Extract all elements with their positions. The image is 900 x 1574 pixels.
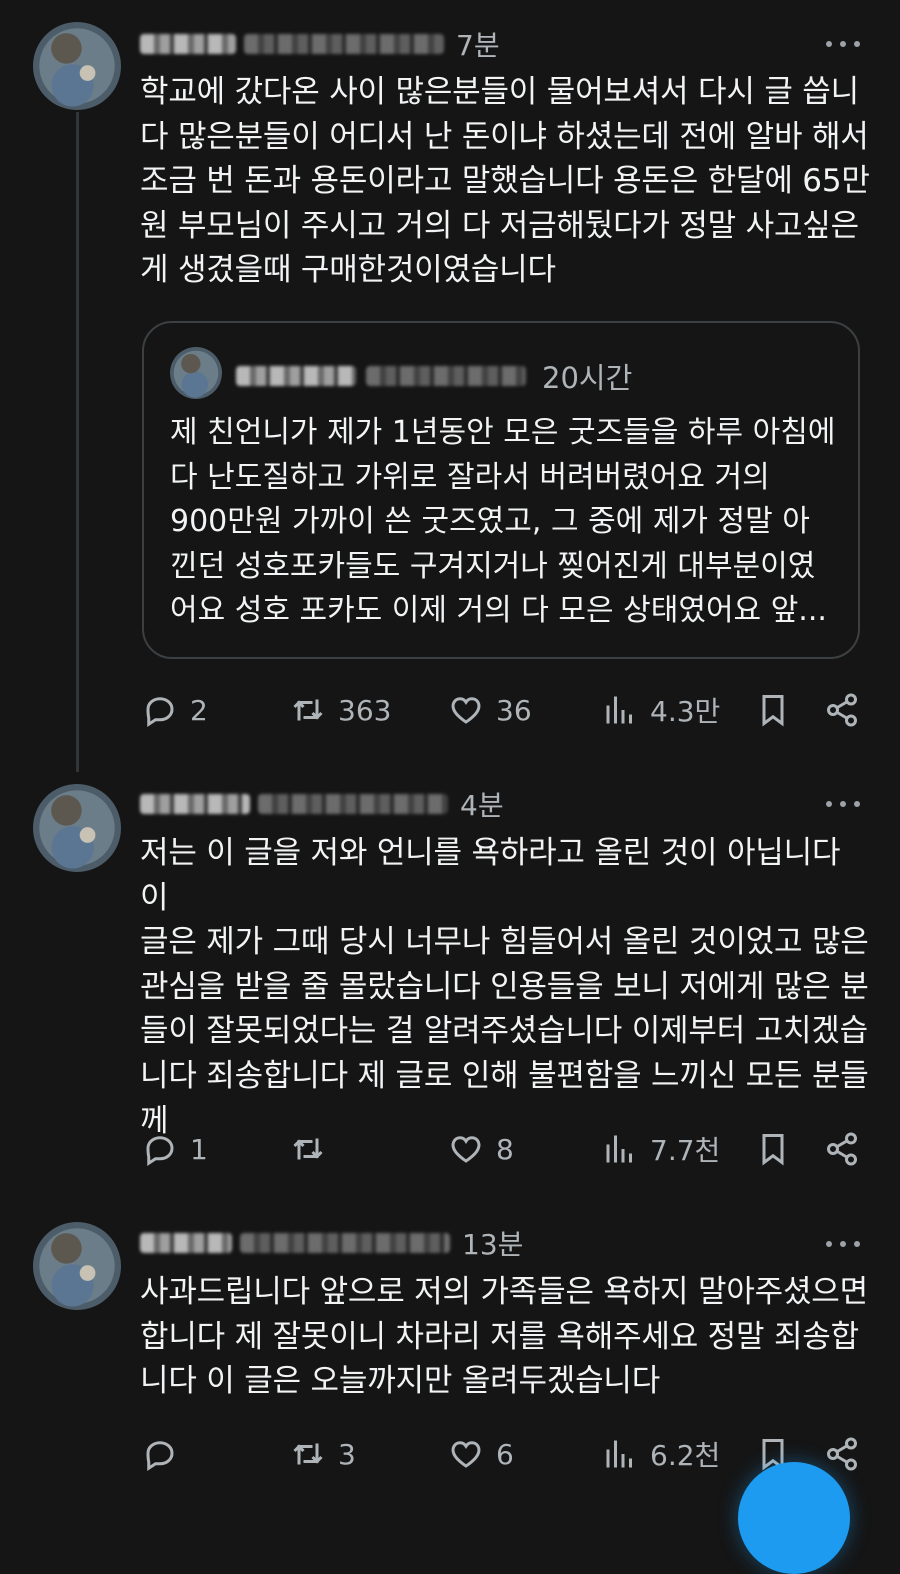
views-button[interactable]: 4.3만 <box>602 688 720 732</box>
repost-icon <box>293 699 323 721</box>
reply-count: 2 <box>190 693 208 727</box>
bookmark-icon <box>762 695 784 727</box>
more-icon <box>826 801 832 807</box>
post-time[interactable]: 4분 <box>460 784 504 824</box>
action-bar: 1 8 7.7천 <box>140 1127 870 1171</box>
bookmark-button[interactable] <box>755 688 791 732</box>
more-options[interactable] <box>826 794 860 814</box>
like-count: 6 <box>496 1437 514 1471</box>
quoted-text: 제 친언니가 제가 1년동안 모은 굿즈들을 하루 아침에 다 난도질하고 가위… <box>170 415 836 629</box>
post-header: 4분 <box>140 784 504 824</box>
more-icon <box>826 1241 832 1247</box>
like-button[interactable]: 6 <box>448 1432 514 1476</box>
views-button[interactable]: 7.7천 <box>602 1127 720 1171</box>
views-icon <box>606 1440 632 1468</box>
post-header: 7분 <box>140 24 500 64</box>
bookmark-button[interactable] <box>755 1127 791 1171</box>
share-button[interactable] <box>824 1127 860 1171</box>
author-handle-blurred[interactable] <box>240 1233 450 1253</box>
like-button[interactable]: 36 <box>448 688 532 732</box>
views-icon <box>606 1135 632 1163</box>
author-name-blurred[interactable] <box>140 1233 232 1253</box>
like-icon <box>451 1441 481 1468</box>
reply-count: 1 <box>190 1132 208 1166</box>
repost-count: 363 <box>338 693 392 727</box>
repost-button[interactable] <box>290 1127 338 1171</box>
views-button[interactable]: 6.2천 <box>602 1432 720 1476</box>
author-handle-blurred[interactable] <box>258 794 448 814</box>
author-name-blurred[interactable] <box>140 34 236 54</box>
like-count: 36 <box>496 693 532 727</box>
reply-button[interactable]: 1 <box>142 1127 208 1171</box>
views-count: 6.2천 <box>650 1439 721 1472</box>
reply-button[interactable]: 2 <box>142 688 208 732</box>
quoted-header: 20시간 <box>236 355 632 397</box>
post-text: 저는 이 글을 저와 언니를 욕하라고 올린 것이 아닙니다 이 글은 제가 그… <box>140 835 869 1139</box>
share-button[interactable] <box>824 1432 860 1476</box>
repost-button[interactable]: 363 <box>290 688 391 732</box>
views-icon <box>606 696 632 724</box>
post-time[interactable]: 7분 <box>456 24 500 64</box>
post-header: 13분 <box>140 1223 523 1263</box>
like-button[interactable]: 8 <box>448 1127 514 1171</box>
reply-icon <box>146 1136 174 1167</box>
quoted-post[interactable]: 20시간 제 친언니가 제가 1년동안 모은 굿즈들을 하루 아침에 다 난도질… <box>142 321 860 659</box>
views-count: 7.7천 <box>650 1134 721 1167</box>
share-icon <box>827 693 857 727</box>
compose-button[interactable] <box>738 1462 850 1574</box>
like-icon <box>451 1136 481 1163</box>
thread-connector-line <box>76 112 79 772</box>
like-count: 8 <box>496 1132 514 1166</box>
repost-icon <box>293 1443 323 1465</box>
views-count: 4.3만 <box>650 695 721 728</box>
post-text: 학교에 갔다온 사이 많은분들이 물어보셔서 다시 글 씁니 다 많은분들이 어… <box>140 74 870 289</box>
reply-icon <box>146 1441 174 1472</box>
avatar[interactable] <box>33 22 121 110</box>
quoted-time: 20시간 <box>542 361 633 395</box>
quoted-avatar <box>170 347 222 399</box>
reply-icon <box>146 697 174 728</box>
author-name-blurred[interactable] <box>140 794 250 814</box>
repost-icon <box>293 1138 323 1160</box>
action-bar: 3 6 6.2천 <box>140 1432 870 1476</box>
quoted-handle-blurred <box>366 366 526 386</box>
share-icon <box>827 1437 857 1471</box>
author-handle-blurred[interactable] <box>244 34 444 54</box>
more-options[interactable] <box>826 34 860 54</box>
bookmark-icon <box>762 1134 784 1166</box>
avatar[interactable] <box>33 784 121 872</box>
reply-button[interactable] <box>142 1432 190 1476</box>
quoted-author-blurred <box>236 366 356 386</box>
post-text: 사과드립니다 앞으로 저의 가족들은 욕하지 말아주셨으면 합니다 제 잘못이니… <box>140 1274 868 1400</box>
share-icon <box>827 1132 857 1166</box>
share-button[interactable] <box>824 688 860 732</box>
repost-count: 3 <box>338 1437 356 1471</box>
avatar[interactable] <box>33 1222 121 1310</box>
more-options[interactable] <box>826 1234 860 1254</box>
more-icon <box>826 41 832 47</box>
like-icon <box>451 697 481 724</box>
action-bar: 2 363 36 4.3만 <box>140 688 870 732</box>
repost-button[interactable]: 3 <box>290 1432 356 1476</box>
post-time[interactable]: 13분 <box>462 1223 523 1263</box>
